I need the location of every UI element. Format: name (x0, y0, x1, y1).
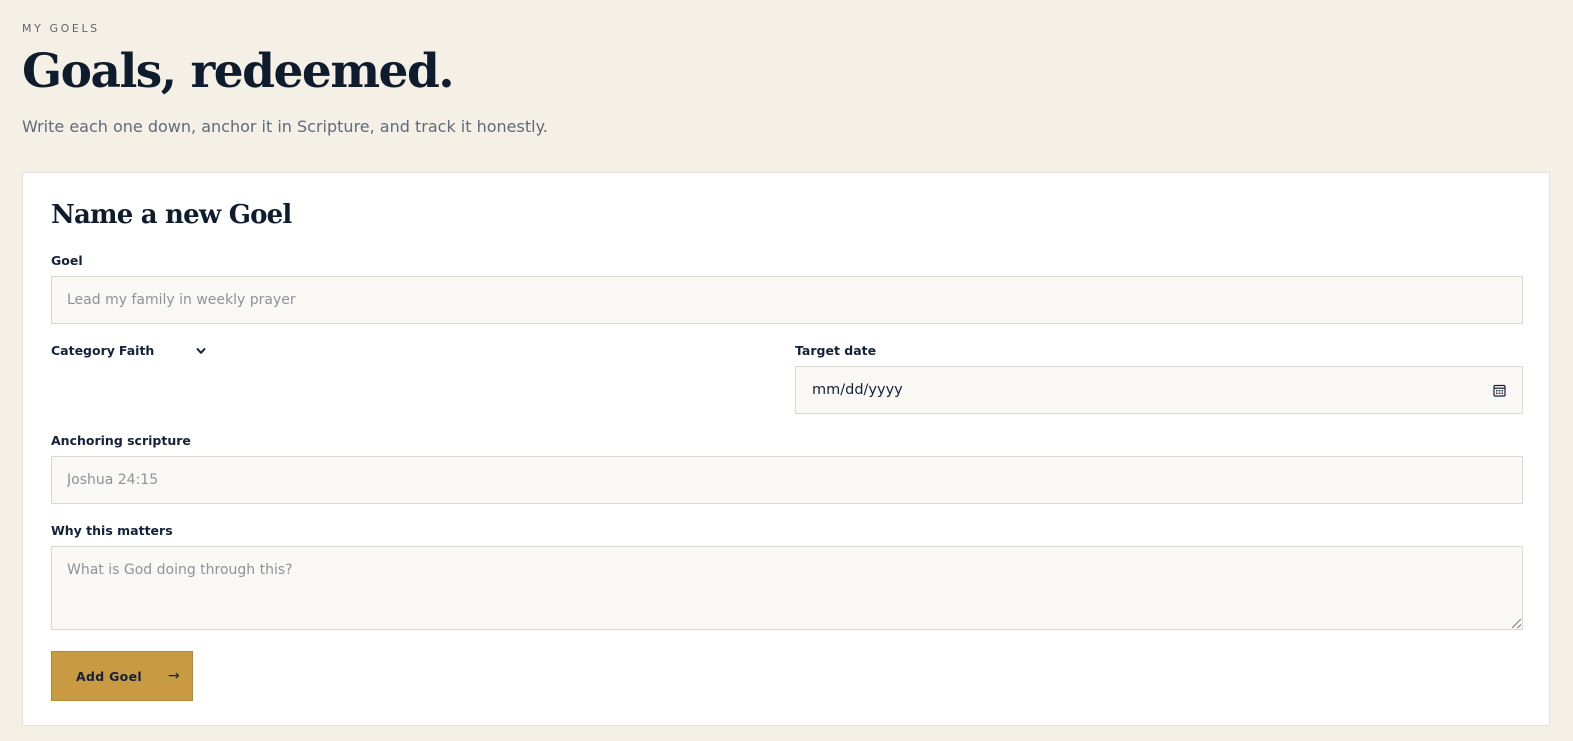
category-label: Category (51, 343, 115, 358)
scripture-label: Anchoring scripture (51, 433, 191, 448)
calendar-icon[interactable] (1493, 384, 1506, 397)
why-textarea[interactable] (51, 546, 1523, 630)
target-date-label: Target date (795, 343, 877, 358)
why-field-wrapper (51, 546, 1523, 630)
page-title: Goals, redeemed. (22, 44, 455, 99)
page-eyebrow: MY GOELS (22, 22, 100, 35)
target-date-value: mm/dd/yyyy (812, 382, 903, 398)
category-field: Category Faith (51, 343, 207, 358)
page-subtitle: Write each one down, anchor it in Script… (22, 117, 548, 136)
category-select[interactable]: Faith (119, 343, 207, 358)
goel-input[interactable] (51, 276, 1523, 324)
why-label: Why this matters (51, 523, 173, 538)
add-goel-button[interactable]: Add Goel → (51, 651, 193, 701)
goel-label: Goel (51, 253, 83, 268)
new-goel-card: Name a new Goel Goel Category Faith Targ… (22, 172, 1550, 726)
add-goel-label: Add Goel (76, 668, 142, 684)
target-date-input[interactable]: mm/dd/yyyy (795, 366, 1523, 414)
category-selected-value: Faith (118, 343, 155, 358)
chevron-down-icon (195, 345, 207, 357)
arrow-right-icon: → (167, 668, 180, 684)
form-title: Name a new Goel (51, 200, 292, 230)
scripture-input[interactable] (51, 456, 1523, 504)
